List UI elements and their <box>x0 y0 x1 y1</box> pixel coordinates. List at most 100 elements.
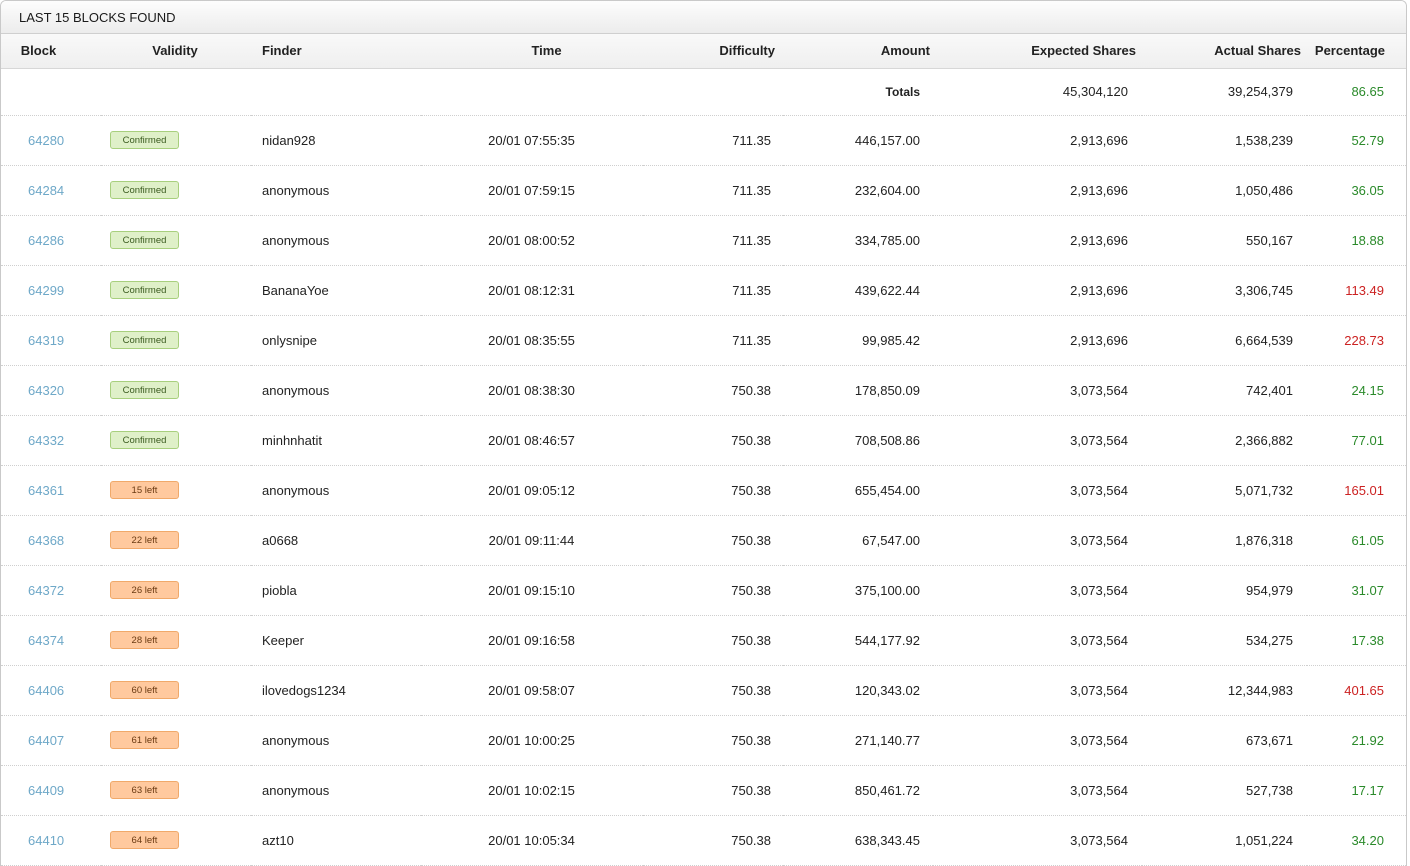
block-link[interactable]: 64332 <box>28 433 64 448</box>
percentage-cell: 17.38 <box>1307 615 1406 666</box>
actual-shares-cell: 1,538,239 <box>1142 115 1307 166</box>
totals-label: Totals <box>783 68 933 116</box>
table-row: 64286 Confirmed anonymous 20/01 08:00:52 711… <box>1 215 1406 266</box>
finder-cell: nidan928 <box>251 115 421 166</box>
block-cell: 64286 <box>1 215 101 266</box>
column-header-difficulty[interactable]: Difficulty <box>643 34 783 69</box>
table-row: 64284 Confirmed anonymous 20/01 07:59:15 711… <box>1 165 1406 216</box>
table-row: 64407 61 left anonymous 20/01 10:00:25 750.3… <box>1 715 1406 766</box>
amount-cell: 232,604.00 <box>783 165 933 216</box>
column-header-expected-shares[interactable]: Expected Shares <box>933 34 1142 69</box>
actual-shares-cell: 5,071,732 <box>1142 465 1307 516</box>
time-cell: 20/01 09:05:12 <box>421 465 643 516</box>
column-header-block[interactable]: Block <box>1 34 101 69</box>
amount-cell: 655,454.00 <box>783 465 933 516</box>
validity-cell: 61 left <box>101 715 251 766</box>
time-cell: 20/01 09:11:44 <box>421 515 643 566</box>
block-cell: 64280 <box>1 115 101 166</box>
block-link[interactable]: 64280 <box>28 133 64 148</box>
finder-cell: piobla <box>251 565 421 616</box>
validity-cell: 28 left <box>101 615 251 666</box>
block-link[interactable]: 64319 <box>28 333 64 348</box>
block-cell: 64410 <box>1 815 101 866</box>
block-link[interactable]: 64368 <box>28 533 64 548</box>
table-row: 64361 15 left anonymous 20/01 09:05:12 750.3… <box>1 465 1406 516</box>
actual-shares-cell: 1,051,224 <box>1142 815 1307 866</box>
time-cell: 20/01 10:05:34 <box>421 815 643 866</box>
difficulty-cell: 750.38 <box>643 565 783 616</box>
column-header-time[interactable]: Time <box>421 34 643 69</box>
expected-shares-cell: 2,913,696 <box>933 215 1142 266</box>
finder-cell: anonymous <box>251 165 421 216</box>
expected-shares-cell: 3,073,564 <box>933 615 1142 666</box>
block-cell: 64406 <box>1 665 101 716</box>
validity-badge: 22 left <box>110 531 179 549</box>
block-link[interactable]: 64407 <box>28 733 64 748</box>
block-link[interactable]: 64406 <box>28 683 64 698</box>
actual-shares-cell: 2,366,882 <box>1142 415 1307 466</box>
finder-cell: onlysnipe <box>251 315 421 366</box>
block-cell: 64284 <box>1 165 101 216</box>
block-link[interactable]: 64372 <box>28 583 64 598</box>
actual-shares-cell: 12,344,983 <box>1142 665 1307 716</box>
difficulty-cell: 711.35 <box>643 215 783 266</box>
column-header-actual-shares[interactable]: Actual Shares <box>1142 34 1307 69</box>
block-cell: 64332 <box>1 415 101 466</box>
column-header-finder[interactable]: Finder <box>251 34 421 69</box>
block-link[interactable]: 64410 <box>28 833 64 848</box>
table-row: 64372 26 left piobla 20/01 09:15:10 750.38 37… <box>1 565 1406 616</box>
block-cell: 64320 <box>1 365 101 416</box>
validity-cell: 22 left <box>101 515 251 566</box>
actual-shares-cell: 6,664,539 <box>1142 315 1307 366</box>
percentage-cell: 31.07 <box>1307 565 1406 616</box>
validity-badge: Confirmed <box>110 331 179 349</box>
finder-cell: anonymous <box>251 365 421 416</box>
column-header-validity[interactable]: Validity <box>101 34 251 69</box>
percentage-cell: 165.01 <box>1307 465 1406 516</box>
difficulty-cell: 750.38 <box>643 715 783 766</box>
difficulty-cell: 711.35 <box>643 265 783 316</box>
time-cell: 20/01 09:16:58 <box>421 615 643 666</box>
time-cell: 20/01 10:00:25 <box>421 715 643 766</box>
block-link[interactable]: 64286 <box>28 233 64 248</box>
difficulty-cell: 750.38 <box>643 815 783 866</box>
percentage-cell: 113.49 <box>1307 265 1406 316</box>
finder-cell: BananaYoe <box>251 265 421 316</box>
validity-cell: Confirmed <box>101 315 251 366</box>
totals-row: Totals 45,304,120 39,254,379 86.65 <box>1 68 1406 116</box>
amount-cell: 708,508.86 <box>783 415 933 466</box>
validity-badge: 26 left <box>110 581 179 599</box>
column-header-percentage[interactable]: Percentage <box>1307 34 1406 69</box>
table-row: 64374 28 left Keeper 20/01 09:16:58 750.38 54… <box>1 615 1406 666</box>
finder-cell: anonymous <box>251 715 421 766</box>
block-link[interactable]: 64409 <box>28 783 64 798</box>
validity-badge: Confirmed <box>110 281 179 299</box>
validity-cell: 60 left <box>101 665 251 716</box>
table-row: 64280 Confirmed nidan928 20/01 07:55:35 711.… <box>1 115 1406 166</box>
difficulty-cell: 750.38 <box>643 665 783 716</box>
validity-cell: Confirmed <box>101 115 251 166</box>
expected-shares-cell: 3,073,564 <box>933 365 1142 416</box>
percentage-cell: 17.17 <box>1307 765 1406 816</box>
amount-cell: 638,343.45 <box>783 815 933 866</box>
validity-badge: Confirmed <box>110 381 179 399</box>
column-header-amount[interactable]: Amount <box>783 34 933 69</box>
block-link[interactable]: 64361 <box>28 483 64 498</box>
difficulty-cell: 711.35 <box>643 115 783 166</box>
time-cell: 20/01 10:02:15 <box>421 765 643 816</box>
expected-shares-cell: 3,073,564 <box>933 565 1142 616</box>
block-link[interactable]: 64320 <box>28 383 64 398</box>
amount-cell: 334,785.00 <box>783 215 933 266</box>
difficulty-cell: 711.35 <box>643 315 783 366</box>
block-link[interactable]: 64374 <box>28 633 64 648</box>
panel-header: LAST 15 BLOCKS FOUND <box>1 1 1406 34</box>
block-cell: 64407 <box>1 715 101 766</box>
expected-shares-cell: 3,073,564 <box>933 715 1142 766</box>
validity-badge: 64 left <box>110 831 179 849</box>
block-link[interactable]: 64299 <box>28 283 64 298</box>
block-link[interactable]: 64284 <box>28 183 64 198</box>
expected-shares-cell: 2,913,696 <box>933 315 1142 366</box>
amount-cell: 544,177.92 <box>783 615 933 666</box>
validity-badge: Confirmed <box>110 131 179 149</box>
actual-shares-cell: 673,671 <box>1142 715 1307 766</box>
